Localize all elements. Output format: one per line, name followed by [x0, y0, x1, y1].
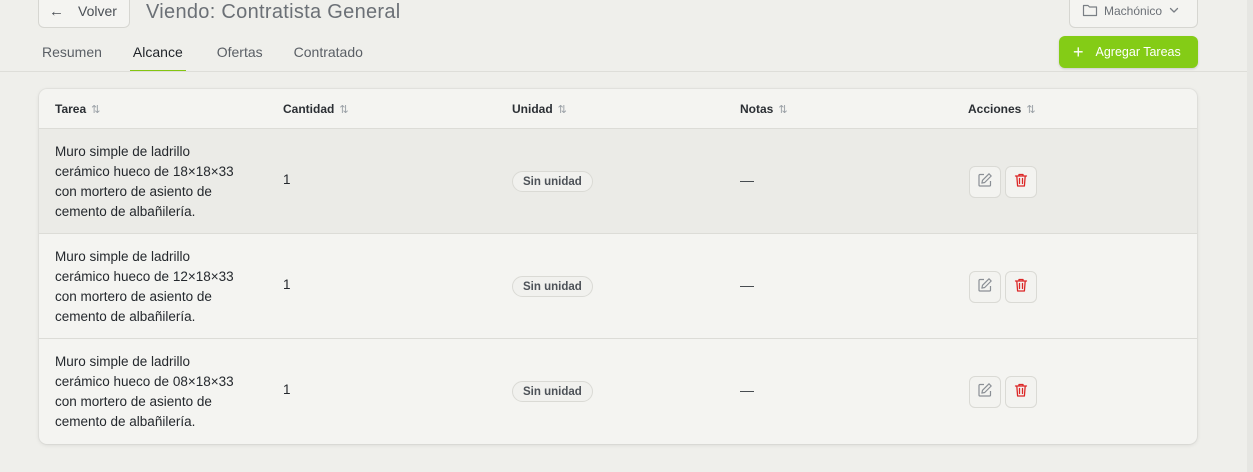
- notes-cell: —: [740, 277, 754, 293]
- tab-alcance[interactable]: Alcance: [129, 32, 186, 72]
- edit-icon: [977, 172, 993, 193]
- table-header: Tarea ⇅ Cantidad ⇅ Unidad ⇅ Notas ⇅ Acciones…: [39, 89, 1197, 129]
- quantity-cell: 1: [283, 277, 291, 292]
- unit-badge: Sin unidad: [512, 276, 593, 297]
- column-label: Notas: [740, 102, 774, 116]
- task-line: cemento de albañilería.: [55, 414, 196, 429]
- task-line: con mortero de asiento de: [55, 394, 212, 409]
- task-cell: Muro simple de ladrillo cerámico hueco d…: [55, 352, 265, 432]
- tab-bar: Resumen Alcance Ofertas Contratado: [42, 32, 394, 72]
- delete-button[interactable]: [1005, 376, 1037, 408]
- task-line: cerámico hueco de 18×18×33: [55, 164, 234, 179]
- column-header-acciones[interactable]: Acciones ⇅: [968, 89, 1036, 129]
- column-header-notas[interactable]: Notas ⇅: [740, 89, 788, 129]
- sort-arrows-icon: ⇅: [339, 103, 349, 116]
- edit-icon: [977, 277, 993, 298]
- arrow-left-icon: ←: [49, 2, 64, 20]
- add-tasks-button[interactable]: + Agregar Tareas: [1059, 36, 1198, 68]
- trash-icon: [1013, 277, 1029, 298]
- project-select[interactable]: Machónico: [1069, 0, 1198, 28]
- page-title: Viendo: Contratista General: [146, 1, 401, 23]
- back-label: Volver: [78, 3, 117, 19]
- notes-cell: —: [740, 382, 754, 398]
- tabs-divider: [0, 71, 1247, 72]
- task-line: cerámico hueco de 12×18×33: [55, 269, 234, 284]
- edit-button[interactable]: [969, 271, 1001, 303]
- column-label: Tarea: [55, 102, 87, 116]
- delete-button[interactable]: [1005, 166, 1037, 198]
- table-row: Muro simple de ladrillo cerámico hueco d…: [39, 129, 1197, 234]
- column-header-tarea[interactable]: Tarea ⇅: [55, 89, 100, 129]
- task-cell: Muro simple de ladrillo cerámico hueco d…: [55, 142, 265, 222]
- row-actions: [969, 376, 1037, 408]
- tab-resumen[interactable]: Resumen: [42, 32, 102, 71]
- task-line: con mortero de asiento de: [55, 289, 212, 304]
- task-line: cerámico hueco de 08×18×33: [55, 374, 234, 389]
- tab-contratado[interactable]: Contratado: [294, 32, 363, 71]
- page: ← Volver Viendo: Contratista General Mac…: [0, 0, 1253, 472]
- column-label: Cantidad: [283, 102, 335, 116]
- unit-badge: Sin unidad: [512, 381, 593, 402]
- task-line: Muro simple de ladrillo: [55, 354, 191, 369]
- notes-cell: —: [740, 172, 754, 188]
- chevron-down-icon: [1168, 4, 1180, 18]
- scrollbar-track[interactable]: [1247, 0, 1253, 472]
- trash-icon: [1013, 172, 1029, 193]
- unit-badge: Sin unidad: [512, 171, 593, 192]
- row-actions: [969, 166, 1037, 198]
- task-cell: Muro simple de ladrillo cerámico hueco d…: [55, 247, 265, 327]
- edit-icon: [977, 382, 993, 403]
- tasks-table: Tarea ⇅ Cantidad ⇅ Unidad ⇅ Notas ⇅ Acciones…: [39, 89, 1197, 444]
- project-select-value: Machónico: [1104, 4, 1163, 18]
- quantity-cell: 1: [283, 172, 291, 187]
- quantity-cell: 1: [283, 382, 291, 397]
- sort-arrows-icon: ⇅: [1026, 103, 1036, 116]
- delete-button[interactable]: [1005, 271, 1037, 303]
- column-label: Acciones: [968, 102, 1022, 116]
- folder-icon: [1082, 3, 1098, 20]
- edit-button[interactable]: [969, 376, 1001, 408]
- sort-arrows-icon: ⇅: [557, 103, 567, 116]
- plus-icon: +: [1073, 42, 1084, 62]
- trash-icon: [1013, 382, 1029, 403]
- edit-button[interactable]: [969, 166, 1001, 198]
- task-line: Muro simple de ladrillo: [55, 249, 191, 264]
- table-row: Muro simple de ladrillo cerámico hueco d…: [39, 339, 1197, 444]
- sort-arrows-icon: ⇅: [91, 103, 101, 116]
- tab-ofertas[interactable]: Ofertas: [217, 32, 263, 71]
- column-header-cantidad[interactable]: Cantidad ⇅: [283, 89, 349, 129]
- task-line: cemento de albañilería.: [55, 309, 196, 324]
- task-line: cemento de albañilería.: [55, 204, 196, 219]
- table-row: Muro simple de ladrillo cerámico hueco d…: [39, 234, 1197, 339]
- column-label: Unidad: [512, 102, 553, 116]
- column-header-unidad[interactable]: Unidad ⇅: [512, 89, 567, 129]
- sort-arrows-icon: ⇅: [778, 103, 788, 116]
- add-tasks-label: Agregar Tareas: [1095, 45, 1181, 59]
- row-actions: [969, 271, 1037, 303]
- task-line: con mortero de asiento de: [55, 184, 212, 199]
- back-button[interactable]: ← Volver: [38, 0, 130, 28]
- task-line: Muro simple de ladrillo: [55, 144, 191, 159]
